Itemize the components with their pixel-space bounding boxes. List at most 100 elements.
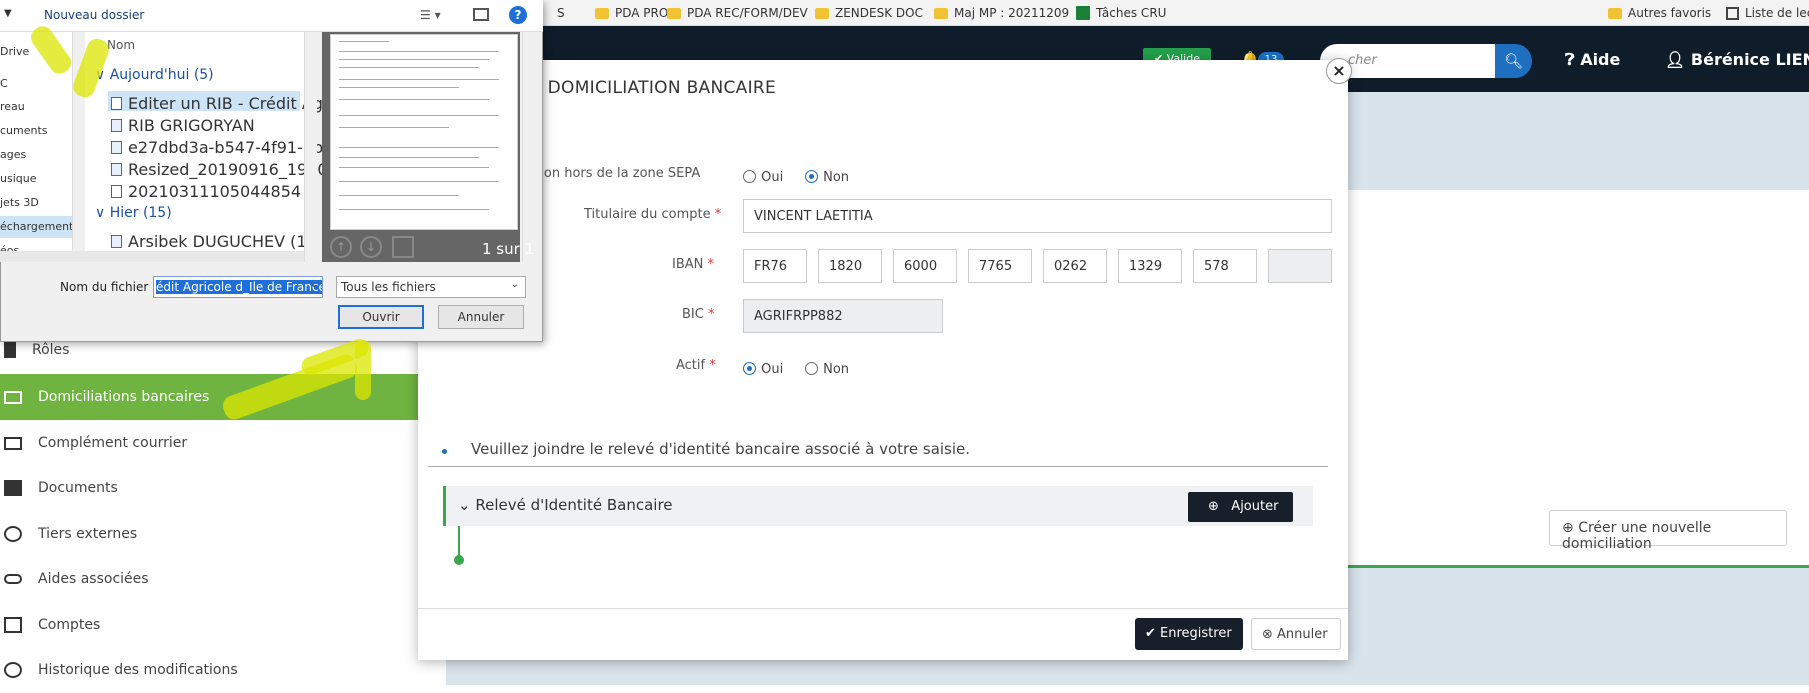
- help-link[interactable]: ❓︎ Aide: [1565, 50, 1620, 70]
- tree-item[interactable]: cuments: [0, 124, 48, 146]
- bookmark-taches-cru[interactable]: Tâches CRU: [1076, 4, 1166, 22]
- tree-item-selected[interactable]: échargements: [0, 216, 79, 238]
- tree-item[interactable]: Drive: [0, 45, 29, 67]
- sidebar-item-label: Complément courrier: [38, 435, 188, 451]
- actif-non-option[interactable]: Non: [805, 358, 849, 377]
- bookmark-autres-favoris[interactable]: Autres favoris: [1608, 4, 1711, 22]
- iban-field-5[interactable]: 0262: [1043, 249, 1107, 283]
- file-item[interactable]: Arsibek DUGUCHEV (1): [111, 232, 313, 251]
- iban-field-1[interactable]: FR76: [743, 249, 807, 283]
- bic-field[interactable]: AGRIFRPP882: [743, 299, 943, 333]
- preview-pane-icon[interactable]: [473, 8, 489, 21]
- chevron-down-icon: ⌄: [510, 279, 519, 290]
- required-mark: *: [707, 257, 715, 272]
- radio-label: Oui: [761, 170, 784, 185]
- iban-field-2[interactable]: 1820: [818, 249, 882, 283]
- help-icon[interactable]: ?: [509, 6, 527, 24]
- iban-field-4[interactable]: 7765: [968, 249, 1032, 283]
- bookmark-item[interactable]: S: [557, 4, 565, 22]
- group-header-today[interactable]: ∨ Aujourd'hui (5): [95, 67, 214, 83]
- bookmark-label: Tâches CRU: [1096, 6, 1167, 20]
- list-hscrollbar[interactable]: [85, 251, 304, 262]
- iban-field-6[interactable]: 1329: [1118, 249, 1182, 283]
- sidebar-item-label: Comptes: [38, 617, 101, 633]
- sepa-non-option[interactable]: Non: [805, 166, 849, 185]
- sidebar-item-label: Tiers externes: [38, 526, 138, 542]
- arrow-down-icon[interactable]: ↓: [360, 236, 382, 258]
- sidebar-item-historique[interactable]: Historique des modifications: [0, 647, 418, 693]
- bookmark-label: Autres favoris: [1628, 6, 1712, 20]
- radio-label: Non: [823, 362, 850, 377]
- required-mark: *: [707, 307, 715, 322]
- add-rib-button[interactable]: ⊕ Ajouter: [1188, 492, 1293, 522]
- chevron-down-icon[interactable]: ⌄: [310, 279, 318, 290]
- rib-panel-title[interactable]: ⌄ Relevé d'Identité Bancaire: [458, 496, 673, 514]
- new-folder-button[interactable]: Nouveau dossier: [44, 8, 144, 22]
- tree-item[interactable]: reau: [0, 100, 25, 122]
- save-button[interactable]: ✔ Enregistrer: [1135, 618, 1243, 650]
- pdf-file-icon: [111, 97, 122, 110]
- save-label: Enregistrer: [1160, 626, 1232, 641]
- tree-item[interactable]: jets 3D: [0, 196, 39, 218]
- iban-field-3[interactable]: 6000: [893, 249, 957, 283]
- folder-icon: [815, 7, 829, 19]
- sepa-oui-option[interactable]: Oui: [743, 166, 783, 185]
- filetype-select[interactable]: Tous les fichiers ⌄: [336, 276, 526, 298]
- filename-input[interactable]: édit Agricole d_Ile de France: [153, 276, 323, 298]
- bookmark-zendesk[interactable]: ZENDESK DOC: [815, 4, 923, 22]
- bookmark-pda-prod[interactable]: PDA PROD: [595, 4, 678, 22]
- open-button[interactable]: Ouvrir: [338, 305, 424, 329]
- user-name: Bérénice LIENAR: [1690, 50, 1809, 69]
- iban-field-7[interactable]: 578: [1193, 249, 1257, 283]
- arrow-up-icon[interactable]: ↑: [330, 236, 352, 258]
- search-button[interactable]: 🔍︎: [1495, 44, 1532, 78]
- sidebar-item-tiers[interactable]: Tiers externes: [0, 511, 418, 557]
- user-circle-icon: [4, 526, 22, 542]
- view-menu-icon[interactable]: ☰ ▾: [420, 8, 441, 22]
- titulaire-field[interactable]: VINCENT LAETITIA: [743, 199, 1332, 233]
- file-item[interactable]: 20210311105044854: [111, 182, 301, 201]
- group-header-yesterday[interactable]: ∨ Hier (15): [95, 205, 172, 221]
- add-label: Ajouter: [1231, 499, 1279, 514]
- sidebar-item-label: Documents: [38, 480, 118, 496]
- timeline-line: [458, 526, 460, 558]
- bookmark-pda-rec[interactable]: PDA REC/FORM/DEV: [667, 4, 808, 22]
- plus-circle-icon: ⊕: [1562, 520, 1579, 536]
- preview-scrollbar[interactable]: [522, 32, 542, 262]
- chevron-down-icon: ∨: [95, 205, 110, 221]
- zoom-page-icon[interactable]: [392, 236, 414, 258]
- column-header-name[interactable]: Nom: [107, 38, 135, 52]
- tree-item[interactable]: ages: [0, 148, 26, 170]
- sidebar-item-comptes[interactable]: Comptes: [0, 602, 418, 648]
- tree-hscrollbar[interactable]: [0, 251, 85, 262]
- sidebar-item-label: Rôles: [32, 342, 70, 358]
- sidebar-item-documents[interactable]: Documents: [0, 465, 418, 511]
- list-scrollbar[interactable]: [304, 32, 317, 262]
- radio-label: Oui: [761, 362, 784, 377]
- check-circle-icon: ✔: [1145, 626, 1161, 641]
- iban-field-8[interactable]: [1268, 249, 1332, 283]
- bookmark-maj-mp[interactable]: Maj MP : 20211209: [934, 4, 1069, 22]
- iban-label: IBAN *: [672, 257, 714, 272]
- cancel-button[interactable]: ⊗ Annuler: [1251, 618, 1341, 650]
- sidebar-item-aides[interactable]: Aides associées: [0, 556, 418, 602]
- modal-title: A DOMICILIATION BANCAIRE: [530, 78, 777, 98]
- tree-item[interactable]: C: [0, 77, 8, 99]
- tree-item[interactable]: usique: [0, 172, 36, 194]
- radio-button[interactable]: [805, 362, 818, 375]
- radio-button[interactable]: [743, 170, 756, 183]
- radio-button[interactable]: [805, 170, 818, 183]
- create-domiciliation-button[interactable]: ⊕ Créer une nouvelle domiciliation: [1549, 510, 1787, 552]
- dialog-cancel-button[interactable]: Annuler: [438, 305, 524, 329]
- file-item[interactable]: RIB GRIGORYAN: [111, 116, 255, 135]
- radio-button[interactable]: [743, 362, 756, 375]
- domiciliation-modal: [418, 60, 1348, 660]
- actif-oui-option[interactable]: Oui: [743, 358, 783, 377]
- organize-dropdown-icon[interactable]: ▼: [4, 8, 12, 19]
- sheet-icon: [1076, 6, 1090, 20]
- credit-card-icon: [4, 390, 22, 404]
- sidebar-item-complement[interactable]: Complément courrier: [0, 420, 418, 466]
- user-menu[interactable]: 👤︎ Bérénice LIENAR: [1665, 50, 1809, 69]
- close-icon[interactable]: ×: [1326, 58, 1352, 84]
- bookmark-reading-list[interactable]: Liste de lec: [1726, 4, 1809, 22]
